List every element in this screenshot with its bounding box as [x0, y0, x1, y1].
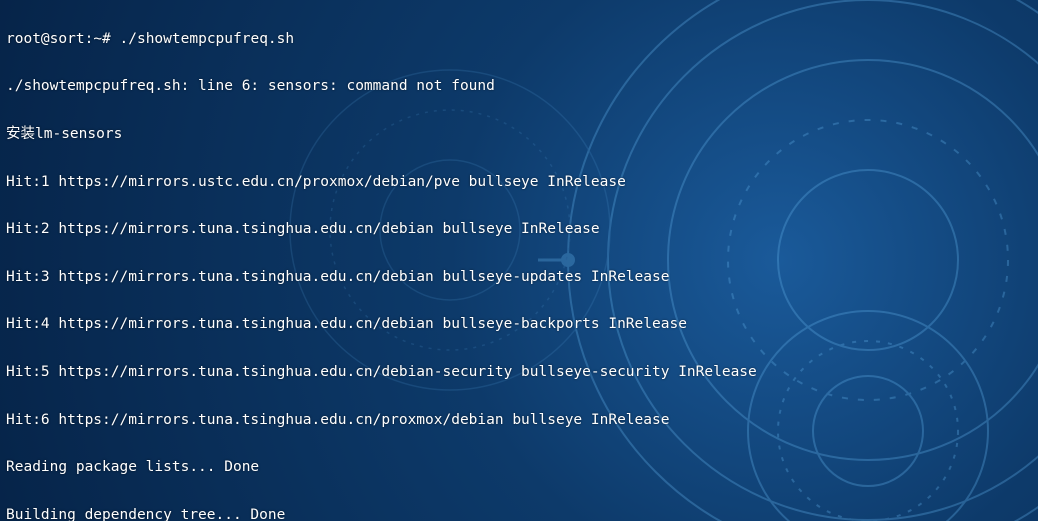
prompt-command: ./showtempcpufreq.sh — [120, 31, 295, 47]
output-line: Hit:3 https://mirrors.tuna.tsinghua.edu.… — [6, 266, 1032, 290]
output-line: Hit:1 https://mirrors.ustc.edu.cn/proxmo… — [6, 171, 1032, 195]
terminal-output[interactable]: root@sort:~# ./showtempcpufreq.sh ./show… — [0, 0, 1038, 521]
output-line: Hit:4 https://mirrors.tuna.tsinghua.edu.… — [6, 313, 1032, 337]
output-line: Hit:5 https://mirrors.tuna.tsinghua.edu.… — [6, 361, 1032, 385]
prompt-line: root@sort:~# ./showtempcpufreq.sh — [6, 28, 1032, 52]
output-line: Building dependency tree... Done — [6, 504, 1032, 521]
output-line: Hit:2 https://mirrors.tuna.tsinghua.edu.… — [6, 218, 1032, 242]
output-line: Hit:6 https://mirrors.tuna.tsinghua.edu.… — [6, 409, 1032, 433]
output-line: 安装lm-sensors — [6, 123, 1032, 147]
output-line: Reading package lists... Done — [6, 456, 1032, 480]
prompt-user-host: root@sort — [6, 31, 85, 47]
prompt-symbol: # — [102, 31, 111, 47]
output-line: ./showtempcpufreq.sh: line 6: sensors: c… — [6, 75, 1032, 99]
prompt-cwd: ~ — [93, 31, 102, 47]
